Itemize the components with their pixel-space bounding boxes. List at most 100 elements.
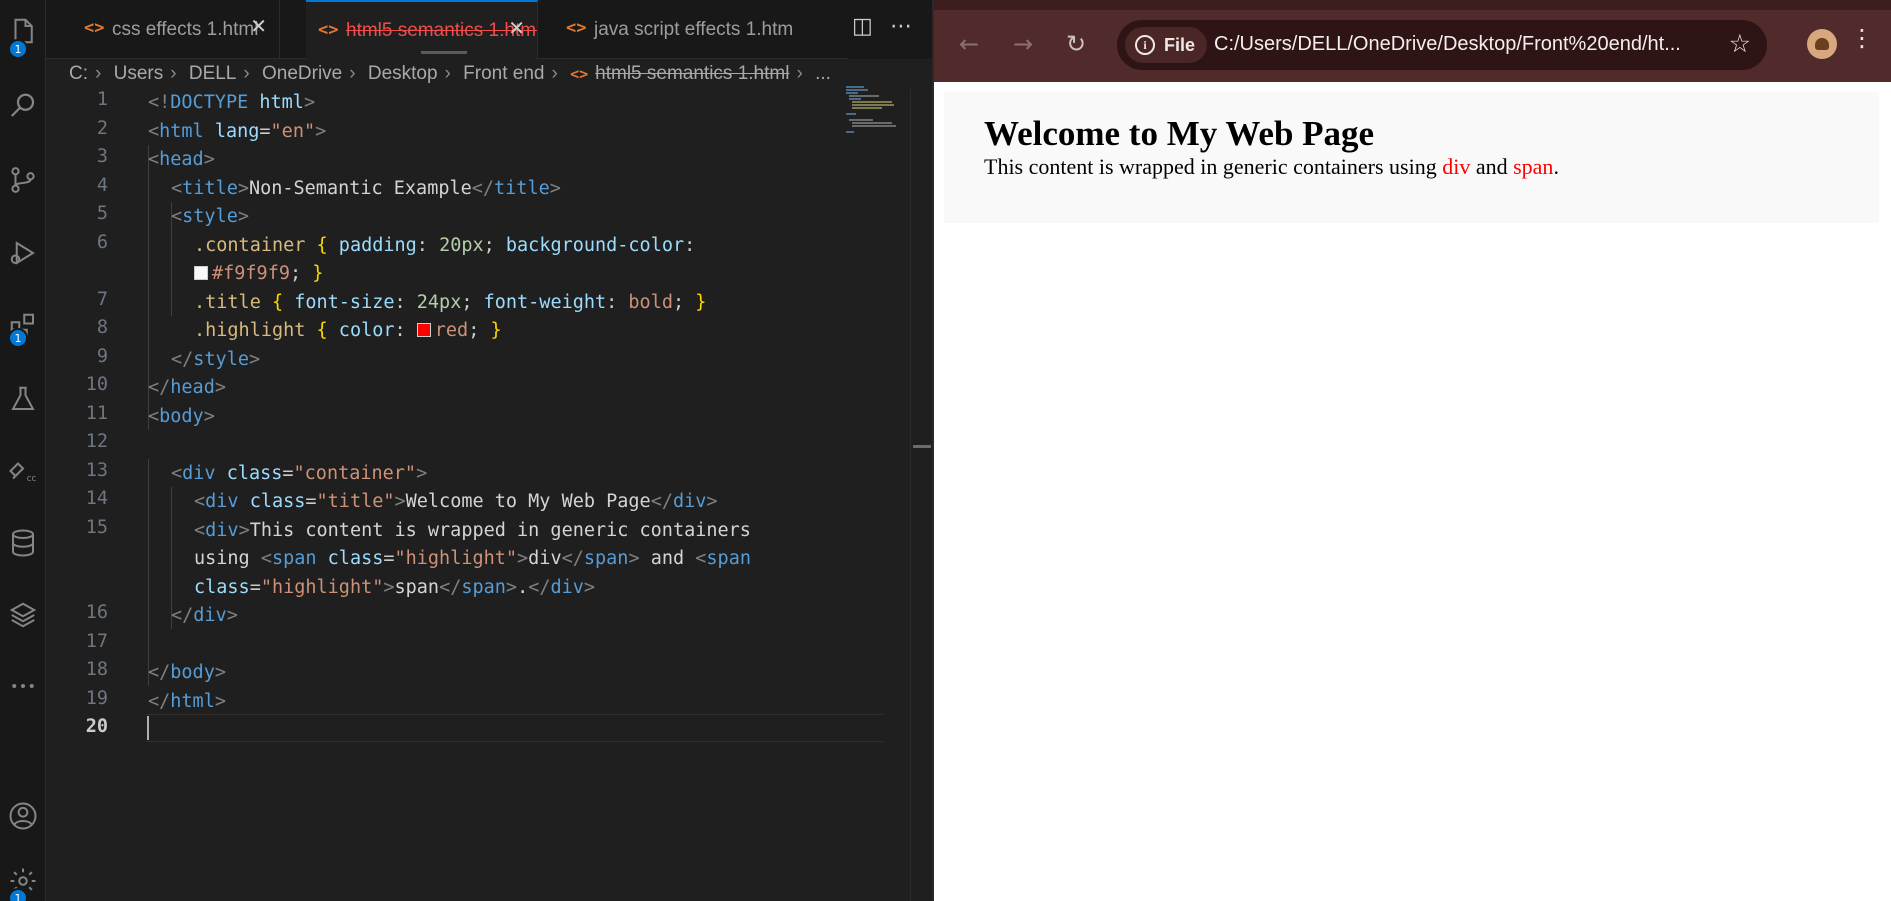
site-info-chip[interactable]: i File bbox=[1125, 27, 1208, 63]
line-number: 19 bbox=[85, 687, 108, 709]
breadcrumb-item[interactable]: OneDrive bbox=[262, 63, 342, 84]
code-line: <head> bbox=[148, 149, 215, 170]
chevron-right-icon: › bbox=[170, 63, 177, 84]
color-swatch[interactable] bbox=[416, 323, 431, 337]
close-icon[interactable]: ✕ bbox=[250, 14, 267, 38]
extensions-badge: 1 bbox=[8, 328, 28, 348]
chevron-right-icon: › bbox=[444, 63, 451, 84]
breadcrumb-item[interactable]: C: bbox=[69, 63, 88, 84]
breadcrumb-item[interactable]: Users bbox=[114, 63, 164, 84]
code-line: </html> bbox=[148, 690, 226, 712]
account-icon[interactable] bbox=[0, 793, 46, 839]
back-icon[interactable]: ← bbox=[951, 26, 987, 62]
database-icon[interactable] bbox=[0, 520, 46, 566]
text-cursor bbox=[147, 716, 149, 740]
line-number: 9 bbox=[96, 345, 108, 367]
vertical-scrollbar[interactable] bbox=[910, 89, 932, 901]
remote-explorer-icon[interactable]: cc bbox=[0, 448, 46, 494]
breadcrumb-item[interactable]: Front end bbox=[463, 63, 544, 84]
html-file-icon: <> bbox=[318, 20, 339, 40]
breadcrumb-item[interactable]: Desktop bbox=[368, 63, 438, 84]
chevron-right-icon: › bbox=[95, 63, 102, 84]
explorer-icon[interactable]: 1 bbox=[0, 8, 46, 59]
more-actions-icon[interactable]: ⋯ bbox=[890, 14, 912, 39]
line-number: 4 bbox=[96, 174, 108, 196]
html-file-icon: <> bbox=[570, 65, 589, 83]
reload-icon[interactable]: ↻ bbox=[1058, 26, 1094, 62]
line-number: 16 bbox=[85, 602, 108, 623]
code-editor[interactable]: 1 2 3 4 5 6 7 8 9 10 11 12 13 14 15 16 1… bbox=[46, 89, 910, 901]
minimap[interactable] bbox=[846, 84, 906, 134]
browser-window: ← → ↻ i File C:/Users/DELL/OneDrive/Desk… bbox=[932, 0, 1891, 901]
breadcrumb-more[interactable]: ... bbox=[815, 63, 831, 84]
run-debug-icon[interactable] bbox=[0, 230, 46, 276]
bookmark-star-icon[interactable]: ☆ bbox=[1729, 29, 1751, 58]
line-number: 14 bbox=[85, 488, 108, 509]
editor-tab-bar: <> css effects 1.html ✕ <> html5 semanti… bbox=[46, 0, 932, 60]
code-line: using <span class="highlight">div</span>… bbox=[194, 548, 751, 569]
svg-text:cc: cc bbox=[27, 474, 37, 484]
chevron-right-icon: › bbox=[796, 63, 803, 84]
chevron-right-icon: › bbox=[243, 63, 250, 84]
forward-icon[interactable]: → bbox=[1005, 26, 1041, 62]
line-number: 5 bbox=[96, 203, 108, 224]
address-bar[interactable]: i File C:/Users/DELL/OneDrive/Desktop/Fr… bbox=[1117, 20, 1767, 70]
chevron-right-icon: › bbox=[551, 63, 558, 84]
layers-icon[interactable] bbox=[0, 592, 46, 638]
search-icon[interactable] bbox=[0, 83, 46, 129]
color-swatch[interactable] bbox=[194, 266, 208, 280]
more-icon[interactable] bbox=[0, 663, 46, 709]
line-number: 6 bbox=[96, 231, 108, 253]
chevron-right-icon: › bbox=[349, 63, 356, 84]
code-line: <body> bbox=[148, 405, 215, 427]
breadcrumb-item[interactable]: DELL bbox=[189, 63, 237, 84]
split-editor-icon[interactable]: ◫ bbox=[852, 14, 873, 39]
close-icon[interactable]: ✕ bbox=[508, 16, 525, 40]
scrollbar-cursor-marker bbox=[913, 445, 931, 448]
page-text-part: . bbox=[1553, 154, 1559, 179]
highlight-span: div bbox=[1442, 154, 1471, 179]
settings-gear-icon[interactable]: 1 bbox=[0, 858, 46, 901]
code-line: .container { padding: 20px; background-c… bbox=[194, 234, 696, 256]
source-control-icon[interactable] bbox=[0, 157, 46, 203]
editor-actions: ◫ ⋯ bbox=[848, 0, 932, 59]
line-number: 7 bbox=[96, 288, 108, 310]
tab-java-script-effects[interactable]: <> java script effects 1.htm bbox=[554, 0, 878, 59]
code-line: <style> bbox=[171, 206, 249, 227]
browser-toolbar: ← → ↻ i File C:/Users/DELL/OneDrive/Desk… bbox=[934, 0, 1891, 82]
testing-icon[interactable] bbox=[0, 376, 46, 422]
highlight-span: span bbox=[1513, 154, 1554, 179]
current-line-highlight bbox=[146, 714, 883, 742]
code-line: .title { font-size: 24px; font-weight: b… bbox=[194, 291, 707, 313]
line-number: 8 bbox=[96, 317, 108, 338]
code-line: #f9f9f9; } bbox=[194, 260, 323, 288]
line-number: 10 bbox=[85, 374, 108, 395]
page-paragraph: This content is wrapped in generic conta… bbox=[984, 154, 1839, 180]
vscode-window: 1 1 cc 1 <> css effects 1.html ✕ <> html… bbox=[0, 0, 932, 901]
line-number: 17 bbox=[85, 630, 108, 652]
line-number: 3 bbox=[96, 146, 108, 167]
tab-strip bbox=[934, 0, 1891, 10]
rendered-page: Welcome to My Web Page This content is w… bbox=[934, 82, 1891, 901]
kebab-menu-icon[interactable]: ⋮ bbox=[1850, 24, 1874, 52]
profile-avatar[interactable] bbox=[1807, 29, 1837, 59]
activity-bar: 1 1 cc 1 bbox=[0, 0, 46, 901]
tab-css-effects[interactable]: <> css effects 1.html ✕ bbox=[72, 0, 280, 59]
line-number: 1 bbox=[96, 89, 108, 110]
page-text-part: and bbox=[1470, 154, 1514, 179]
code-line: <title>Non-Semantic Example</title> bbox=[171, 177, 561, 199]
info-icon: i bbox=[1135, 35, 1155, 55]
page-title: Welcome to My Web Page bbox=[984, 114, 1375, 153]
tab-label: css effects 1.html bbox=[112, 18, 259, 40]
code-line: <div>This content is wrapped in generic … bbox=[194, 519, 751, 541]
line-number: 12 bbox=[85, 431, 108, 452]
line-number: 11 bbox=[85, 402, 108, 424]
code-line: <div class="container"> bbox=[171, 462, 428, 484]
code-line: .highlight { color: red; } bbox=[194, 320, 502, 341]
code-line: </div> bbox=[171, 605, 238, 626]
code-line: </body> bbox=[148, 662, 226, 683]
settings-badge: 1 bbox=[8, 888, 28, 901]
extensions-icon[interactable]: 1 bbox=[0, 303, 46, 349]
url-text[interactable]: C:/Users/DELL/OneDrive/Desktop/Front%20e… bbox=[1214, 33, 1704, 56]
breadcrumb-file[interactable]: html5 semantics 1.html bbox=[595, 63, 789, 84]
